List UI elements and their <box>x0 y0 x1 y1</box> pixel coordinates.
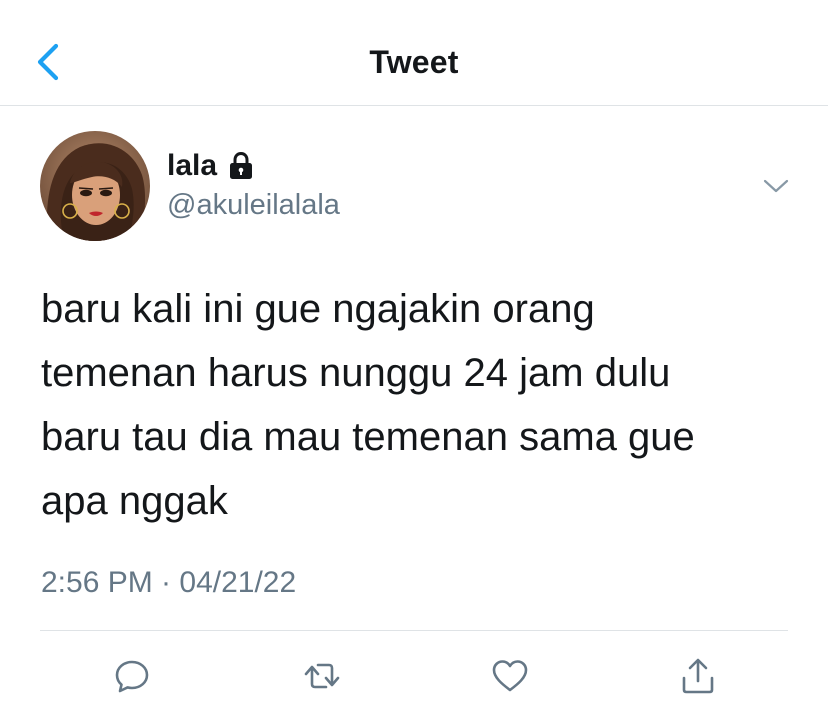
heart-icon <box>492 660 528 692</box>
lock-icon <box>230 151 253 179</box>
reply-button[interactable] <box>110 654 154 698</box>
display-name[interactable]: lala <box>167 149 217 183</box>
tweet-timestamp[interactable]: 2:56 PM · 04/21/22 <box>41 566 296 600</box>
more-options-button[interactable] <box>760 170 792 202</box>
share-button[interactable] <box>676 654 720 698</box>
tweet-text: baru kali ini gue ngajakin orang temenan… <box>41 287 695 523</box>
username[interactable]: @akuleilalala <box>167 189 340 222</box>
like-button[interactable] <box>488 654 532 698</box>
page-title: Tweet <box>369 44 459 80</box>
retweet-icon <box>304 663 340 689</box>
chevron-down-icon <box>763 179 789 193</box>
top-nav-bar: Tweet <box>0 0 828 106</box>
retweet-button[interactable] <box>300 654 344 698</box>
reply-icon <box>115 660 149 693</box>
avatar[interactable] <box>40 131 150 241</box>
divider <box>40 630 788 631</box>
share-icon <box>682 658 714 694</box>
author-row: lala <box>167 148 255 184</box>
